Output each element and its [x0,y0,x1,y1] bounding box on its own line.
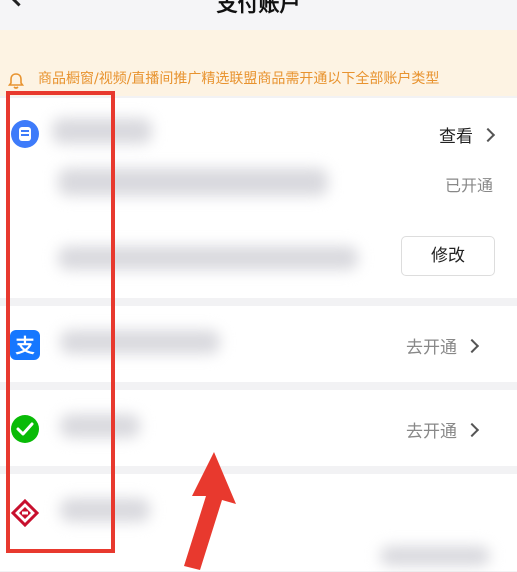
chevron-right-icon [464,422,480,438]
highlight-box [6,91,115,553]
top-bar: 支付账户 [0,0,517,30]
annotation-arrow-icon [184,452,236,570]
view-label: 查看 [439,127,473,147]
chevron-right-icon [464,338,480,354]
activate-link[interactable]: 去开通 [406,417,480,442]
bell-icon [8,73,24,89]
activate-link[interactable]: 去开通 [406,333,480,358]
edit-button[interactable]: 修改 [401,236,495,276]
notice-text: 商品橱窗/视频/直播间推广精选联盟商品需开通以下全部账户类型 [38,71,440,87]
notice-banner: 商品橱窗/视频/直播间推广精选联盟商品需开通以下全部账户类型 [0,30,517,96]
page-title: 支付账户 [216,0,301,16]
chevron-right-icon [480,127,496,143]
view-link[interactable]: 查看 [439,122,496,147]
status-badge: 已开通 [444,176,493,195]
activate-label: 去开通 [406,422,457,442]
activate-label: 去开通 [406,338,457,358]
blurred-action [380,546,490,566]
